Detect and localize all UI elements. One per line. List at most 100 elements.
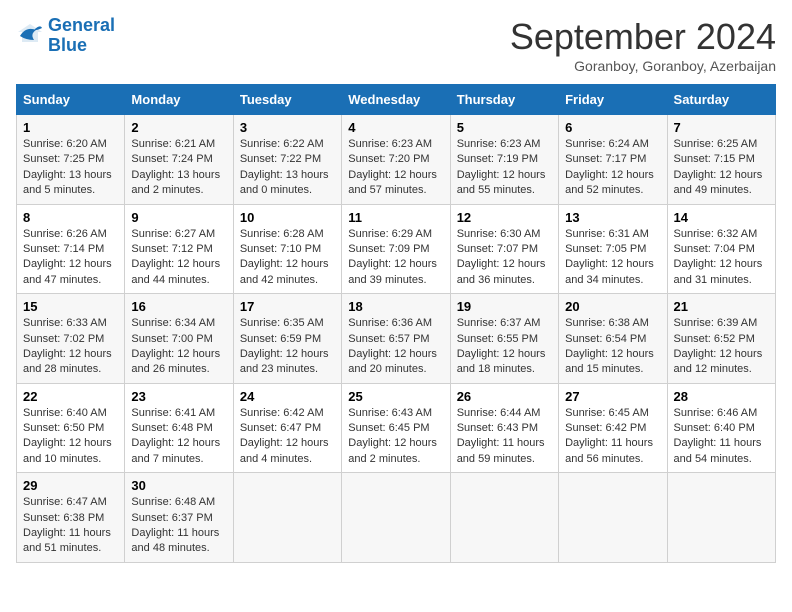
day-number: 30 <box>131 478 226 493</box>
day-number: 5 <box>457 120 552 135</box>
calendar-cell: 17 Sunrise: 6:35 AMSunset: 6:59 PMDayligh… <box>233 294 341 384</box>
day-info: Sunrise: 6:45 AMSunset: 6:42 PMDaylight:… <box>565 406 660 468</box>
day-info: Sunrise: 6:35 AMSunset: 6:59 PMDaylight:… <box>240 316 335 378</box>
calendar-cell: 19 Sunrise: 6:37 AMSunset: 6:55 PMDayligh… <box>450 294 558 384</box>
month-title: September 2024 <box>510 16 776 58</box>
day-number: 15 <box>23 299 118 314</box>
calendar-cell: 30 Sunrise: 6:48 AMSunset: 6:37 PMDayligh… <box>125 473 233 563</box>
day-info: Sunrise: 6:40 AMSunset: 6:50 PMDaylight:… <box>23 406 118 468</box>
calendar-cell: 27 Sunrise: 6:45 AMSunset: 6:42 PMDayligh… <box>559 383 667 473</box>
day-number: 1 <box>23 120 118 135</box>
day-number: 12 <box>457 210 552 225</box>
calendar-cell <box>233 473 341 563</box>
day-info: Sunrise: 6:48 AMSunset: 6:37 PMDaylight:… <box>131 495 226 557</box>
calendar-week-row: 8 Sunrise: 6:26 AMSunset: 7:14 PMDaylight… <box>17 204 776 294</box>
calendar-cell: 7Sunrise: 6:25 AMSunset: 7:15 PMDaylight… <box>667 115 775 205</box>
calendar-cell: 20Sunrise: 6:38 AMSunset: 6:54 PMDayligh… <box>559 294 667 384</box>
day-number: 8 <box>23 210 118 225</box>
calendar-cell: 11 Sunrise: 6:29 AMSunset: 7:09 PMDayligh… <box>342 204 450 294</box>
day-info: Sunrise: 6:39 AMSunset: 6:52 PMDaylight:… <box>674 316 769 378</box>
day-number: 19 <box>457 299 552 314</box>
day-number: 6 <box>565 120 660 135</box>
calendar-cell: 14 Sunrise: 6:32 AMSunset: 7:04 PMDayligh… <box>667 204 775 294</box>
day-number: 18 <box>348 299 443 314</box>
day-number: 28 <box>674 389 769 404</box>
day-number: 22 <box>23 389 118 404</box>
day-number: 27 <box>565 389 660 404</box>
calendar-cell <box>450 473 558 563</box>
day-info: Sunrise: 6:31 AMSunset: 7:05 PMDaylight:… <box>565 227 660 289</box>
calendar-cell: 25 Sunrise: 6:43 AMSunset: 6:45 PMDayligh… <box>342 383 450 473</box>
day-info: Sunrise: 6:32 AMSunset: 7:04 PMDaylight:… <box>674 227 769 289</box>
day-number: 11 <box>348 210 443 225</box>
day-info: Sunrise: 6:33 AMSunset: 7:02 PMDaylight:… <box>23 316 118 378</box>
day-number: 16 <box>131 299 226 314</box>
day-info: Sunrise: 6:29 AMSunset: 7:09 PMDaylight:… <box>348 227 443 289</box>
day-number: 25 <box>348 389 443 404</box>
header-day: Sunday <box>17 85 125 115</box>
day-info: Sunrise: 6:26 AMSunset: 7:14 PMDaylight:… <box>23 227 118 289</box>
day-number: 9 <box>131 210 226 225</box>
calendar-cell: 13 Sunrise: 6:31 AMSunset: 7:05 PMDayligh… <box>559 204 667 294</box>
day-number: 29 <box>23 478 118 493</box>
calendar-cell <box>342 473 450 563</box>
day-number: 10 <box>240 210 335 225</box>
day-info: Sunrise: 6:41 AMSunset: 6:48 PMDaylight:… <box>131 406 226 468</box>
logo-icon <box>16 22 44 50</box>
calendar-week-row: 1 Sunrise: 6:20 AMSunset: 7:25 PMDaylight… <box>17 115 776 205</box>
location: Goranboy, Goranboy, Azerbaijan <box>510 58 776 74</box>
day-info: Sunrise: 6:30 AMSunset: 7:07 PMDaylight:… <box>457 227 552 289</box>
day-number: 3 <box>240 120 335 135</box>
logo: General Blue <box>16 16 115 56</box>
calendar-cell: 18 Sunrise: 6:36 AMSunset: 6:57 PMDayligh… <box>342 294 450 384</box>
day-number: 13 <box>565 210 660 225</box>
header-row: SundayMondayTuesdayWednesdayThursdayFrid… <box>17 85 776 115</box>
calendar-cell: 22 Sunrise: 6:40 AMSunset: 6:50 PMDayligh… <box>17 383 125 473</box>
calendar-cell: 4Sunrise: 6:23 AMSunset: 7:20 PMDaylight… <box>342 115 450 205</box>
logo-text: General Blue <box>48 16 115 56</box>
calendar-cell: 15 Sunrise: 6:33 AMSunset: 7:02 PMDayligh… <box>17 294 125 384</box>
day-number: 20 <box>565 299 660 314</box>
day-info: Sunrise: 6:28 AMSunset: 7:10 PMDaylight:… <box>240 227 335 289</box>
calendar-cell: 9Sunrise: 6:27 AMSunset: 7:12 PMDaylight… <box>125 204 233 294</box>
day-info: Sunrise: 6:23 AMSunset: 7:19 PMDaylight:… <box>457 137 552 199</box>
day-info: Sunrise: 6:36 AMSunset: 6:57 PMDaylight:… <box>348 316 443 378</box>
day-number: 17 <box>240 299 335 314</box>
header-day: Tuesday <box>233 85 341 115</box>
day-info: Sunrise: 6:24 AMSunset: 7:17 PMDaylight:… <box>565 137 660 199</box>
calendar-cell: 8 Sunrise: 6:26 AMSunset: 7:14 PMDaylight… <box>17 204 125 294</box>
header-day: Saturday <box>667 85 775 115</box>
day-number: 24 <box>240 389 335 404</box>
calendar-cell: 16Sunrise: 6:34 AMSunset: 7:00 PMDayligh… <box>125 294 233 384</box>
calendar-week-row: 22 Sunrise: 6:40 AMSunset: 6:50 PMDayligh… <box>17 383 776 473</box>
day-info: Sunrise: 6:37 AMSunset: 6:55 PMDaylight:… <box>457 316 552 378</box>
calendar-cell: 26Sunrise: 6:44 AMSunset: 6:43 PMDayligh… <box>450 383 558 473</box>
day-number: 2 <box>131 120 226 135</box>
header-day: Wednesday <box>342 85 450 115</box>
day-info: Sunrise: 6:22 AMSunset: 7:22 PMDaylight:… <box>240 137 335 199</box>
calendar-cell: 21Sunrise: 6:39 AMSunset: 6:52 PMDayligh… <box>667 294 775 384</box>
calendar-cell: 28Sunrise: 6:46 AMSunset: 6:40 PMDayligh… <box>667 383 775 473</box>
day-info: Sunrise: 6:43 AMSunset: 6:45 PMDaylight:… <box>348 406 443 468</box>
day-number: 14 <box>674 210 769 225</box>
header-day: Friday <box>559 85 667 115</box>
calendar-cell: 2Sunrise: 6:21 AMSunset: 7:24 PMDaylight… <box>125 115 233 205</box>
calendar-cell: 29 Sunrise: 6:47 AMSunset: 6:38 PMDayligh… <box>17 473 125 563</box>
calendar-cell: 10 Sunrise: 6:28 AMSunset: 7:10 PMDayligh… <box>233 204 341 294</box>
day-info: Sunrise: 6:20 AMSunset: 7:25 PMDaylight:… <box>23 137 118 199</box>
day-info: Sunrise: 6:47 AMSunset: 6:38 PMDaylight:… <box>23 495 118 557</box>
calendar-cell: 5 Sunrise: 6:23 AMSunset: 7:19 PMDaylight… <box>450 115 558 205</box>
day-info: Sunrise: 6:42 AMSunset: 6:47 PMDaylight:… <box>240 406 335 468</box>
day-info: Sunrise: 6:23 AMSunset: 7:20 PMDaylight:… <box>348 137 443 199</box>
day-number: 23 <box>131 389 226 404</box>
calendar-week-row: 29 Sunrise: 6:47 AMSunset: 6:38 PMDayligh… <box>17 473 776 563</box>
header-day: Thursday <box>450 85 558 115</box>
calendar-cell: 3 Sunrise: 6:22 AMSunset: 7:22 PMDaylight… <box>233 115 341 205</box>
header-day: Monday <box>125 85 233 115</box>
calendar-cell: 12 Sunrise: 6:30 AMSunset: 7:07 PMDayligh… <box>450 204 558 294</box>
page-header: General Blue September 2024 Goranboy, Go… <box>16 16 776 74</box>
day-info: Sunrise: 6:25 AMSunset: 7:15 PMDaylight:… <box>674 137 769 199</box>
day-number: 26 <box>457 389 552 404</box>
calendar-cell: 6 Sunrise: 6:24 AMSunset: 7:17 PMDaylight… <box>559 115 667 205</box>
calendar-cell <box>667 473 775 563</box>
